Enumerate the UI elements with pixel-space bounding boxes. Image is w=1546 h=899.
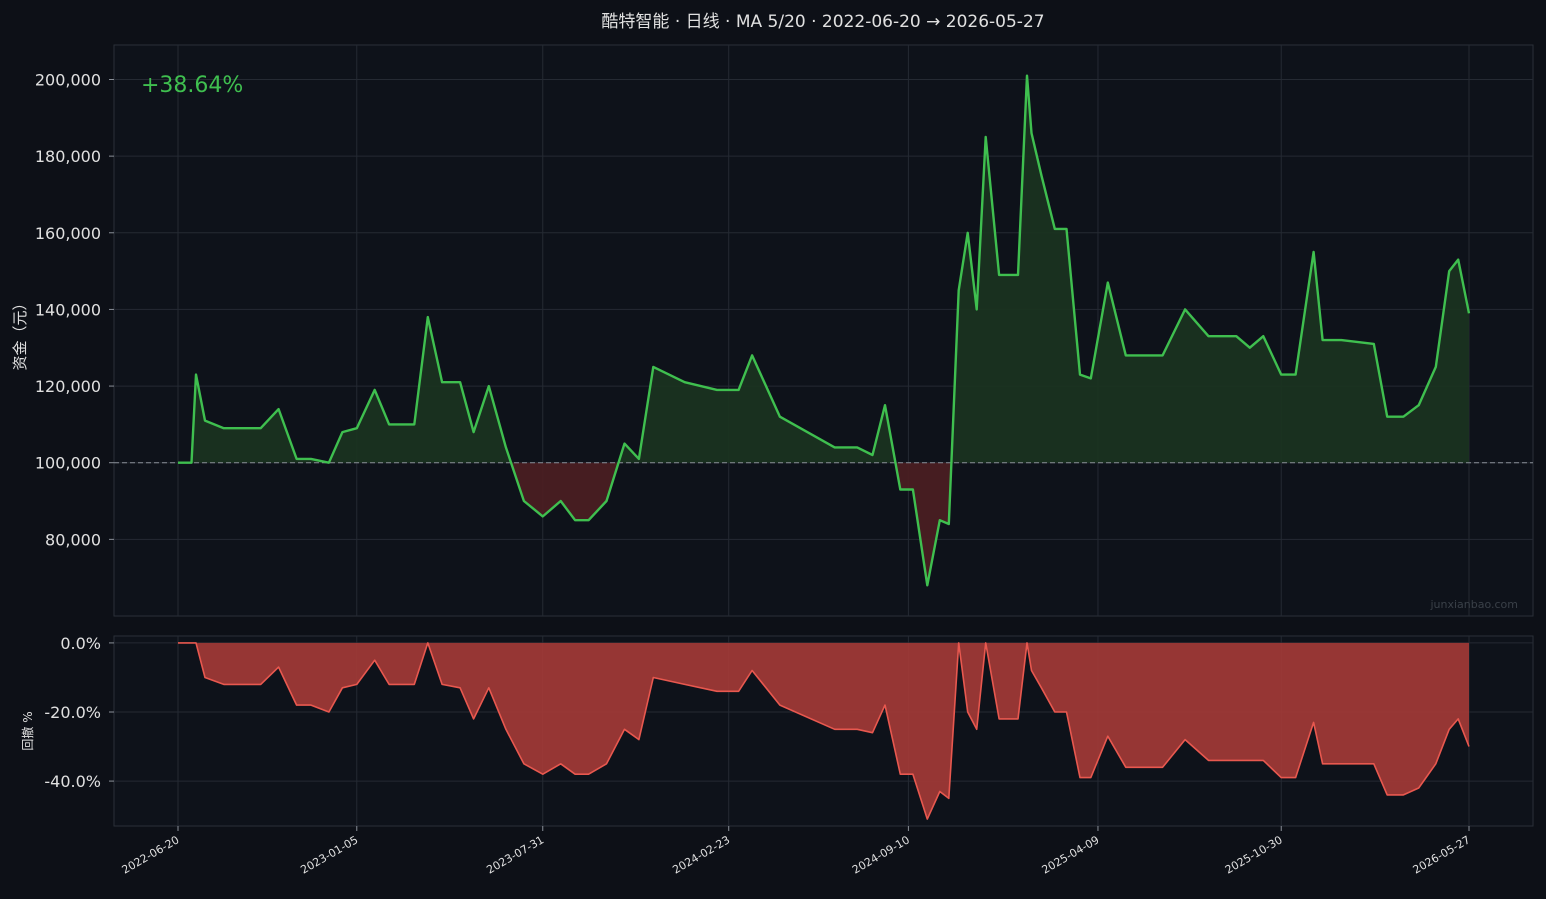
equity-y-tick-label: 180,000 bbox=[35, 147, 101, 166]
backtest-chart-root: 酷特智能 · 日线 · MA 5/20 · 2022-06-20 → 2026-… bbox=[0, 0, 1546, 895]
equity-y-tick-label: 160,000 bbox=[35, 224, 101, 243]
drawdown-y-tick-label: -40.0% bbox=[44, 772, 101, 791]
return-annotation: +38.64% bbox=[141, 73, 243, 98]
equity-y-tick-label: 200,000 bbox=[35, 70, 101, 89]
chart-title: 酷特智能 · 日线 · MA 5/20 · 2022-06-20 → 2026-… bbox=[601, 12, 1044, 32]
drawdown-y-tick-label: -20.0% bbox=[44, 703, 101, 722]
equity-y-tick-label: 100,000 bbox=[35, 454, 101, 473]
equity-y-tick-label: 80,000 bbox=[45, 530, 101, 549]
backtest-chart-svg: 酷特智能 · 日线 · MA 5/20 · 2022-06-20 → 2026-… bbox=[0, 0, 1546, 895]
drawdown-y-tick-label: 0.0% bbox=[60, 634, 101, 653]
equity-y-tick-label: 120,000 bbox=[35, 377, 101, 396]
watermark: junxianbao.com bbox=[1429, 598, 1518, 611]
drawdown-y-axis-label: 回撤 % bbox=[20, 711, 35, 750]
equity-y-axis-label: 资金（元） bbox=[11, 295, 29, 370]
equity-y-tick-label: 140,000 bbox=[35, 300, 101, 319]
